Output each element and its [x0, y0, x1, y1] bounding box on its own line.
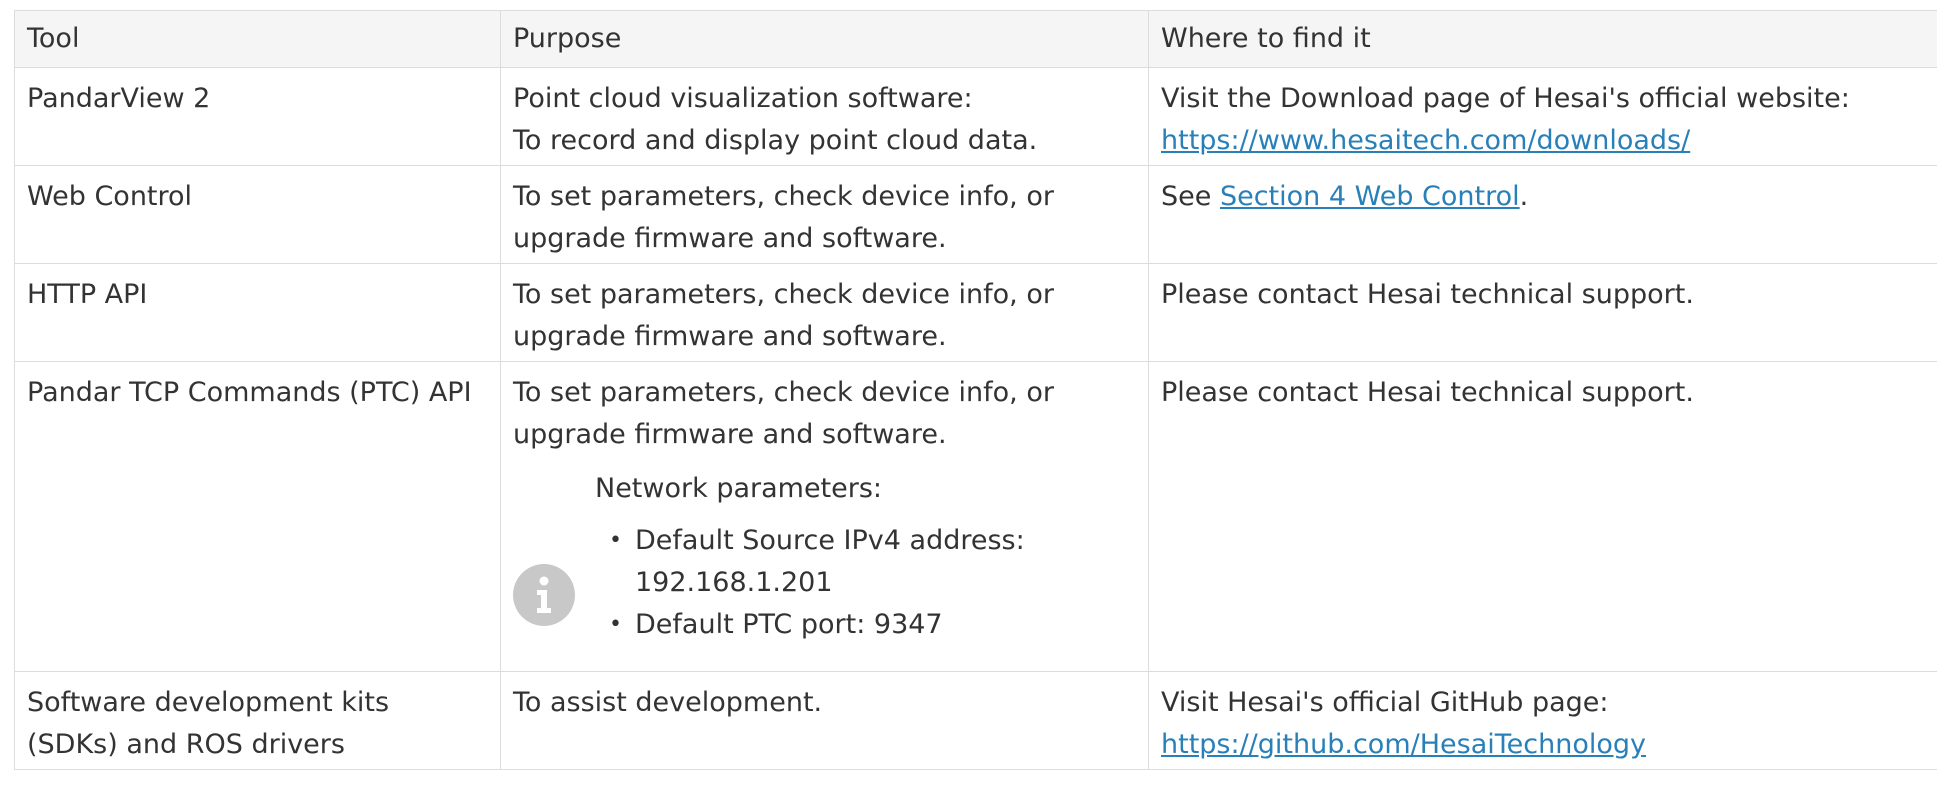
table-row: Web Control To set parameters, check dev…: [14, 165, 1937, 264]
header-row: Tool Purpose Where to find it: [14, 10, 1937, 68]
purpose-line: To record and display point cloud data.: [513, 125, 1038, 156]
cell-purpose: To set parameters, check device info, or…: [500, 361, 1149, 672]
cell-tool: PandarView 2: [14, 67, 501, 166]
where-suffix: .: [1519, 181, 1529, 212]
note-title: Network parameters:: [595, 473, 883, 504]
page: Tool Purpose Where to find it PandarView…: [0, 0, 1937, 786]
cell-where: Please contact Hesai technical support.: [1148, 361, 1937, 672]
list-item: Default PTC port: 9347: [609, 604, 1136, 646]
cell-where: See Section 4 Web Control.: [1148, 165, 1937, 264]
cell-tool: Software development kits (SDKs) and ROS…: [14, 671, 501, 770]
header-where: Where to find it: [1148, 10, 1937, 68]
cell-where: Visit the Download page of Hesai's offic…: [1148, 67, 1937, 166]
list-item: Default Source IPv4 address: 192.168.1.2…: [609, 520, 1136, 604]
github-link[interactable]: https://github.com/HesaiTechnology: [1161, 729, 1646, 760]
header-purpose: Purpose: [500, 10, 1149, 68]
table-row: Software development kits (SDKs) and ROS…: [14, 671, 1937, 770]
where-text: Visit the Download page of Hesai's offic…: [1161, 83, 1850, 114]
purpose-line: Point cloud visualization software:: [513, 83, 973, 114]
info-note: Network parameters: Default Source IPv4 …: [513, 468, 1136, 668]
cell-tool: Web Control: [14, 165, 501, 264]
purpose-text: To set parameters, check device info, or…: [513, 377, 1054, 450]
table-header: Tool Purpose Where to find it: [14, 10, 1937, 68]
table-body: PandarView 2 Point cloud visualization s…: [14, 67, 1937, 770]
header-tool: Tool: [14, 10, 501, 68]
tools-table: Tool Purpose Where to find it PandarView…: [14, 10, 1937, 770]
cell-where: Please contact Hesai technical support.: [1148, 263, 1937, 362]
cell-purpose: Point cloud visualization software: To r…: [500, 67, 1149, 166]
cell-where: Visit Hesai's official GitHub page: http…: [1148, 671, 1937, 770]
cell-tool: HTTP API: [14, 263, 501, 362]
table-row: PandarView 2 Point cloud visualization s…: [14, 67, 1937, 166]
cell-purpose: To set parameters, check device info, or…: [500, 165, 1149, 264]
cell-purpose: To assist development.: [500, 671, 1149, 770]
note-list: Default Source IPv4 address: 192.168.1.2…: [595, 520, 1136, 646]
where-prefix: See: [1161, 181, 1220, 212]
downloads-link[interactable]: https://www.hesaitech.com/downloads/: [1161, 125, 1690, 156]
info-icon: [513, 564, 575, 626]
table-row: Pandar TCP Commands (PTC) API To set par…: [14, 361, 1937, 672]
cell-tool: Pandar TCP Commands (PTC) API: [14, 361, 501, 672]
cell-purpose: To set parameters, check device info, or…: [500, 263, 1149, 362]
table-row: HTTP API To set parameters, check device…: [14, 263, 1937, 362]
where-text: Visit Hesai's official GitHub page:: [1161, 687, 1609, 718]
web-control-section-link[interactable]: Section 4 Web Control: [1220, 181, 1520, 212]
